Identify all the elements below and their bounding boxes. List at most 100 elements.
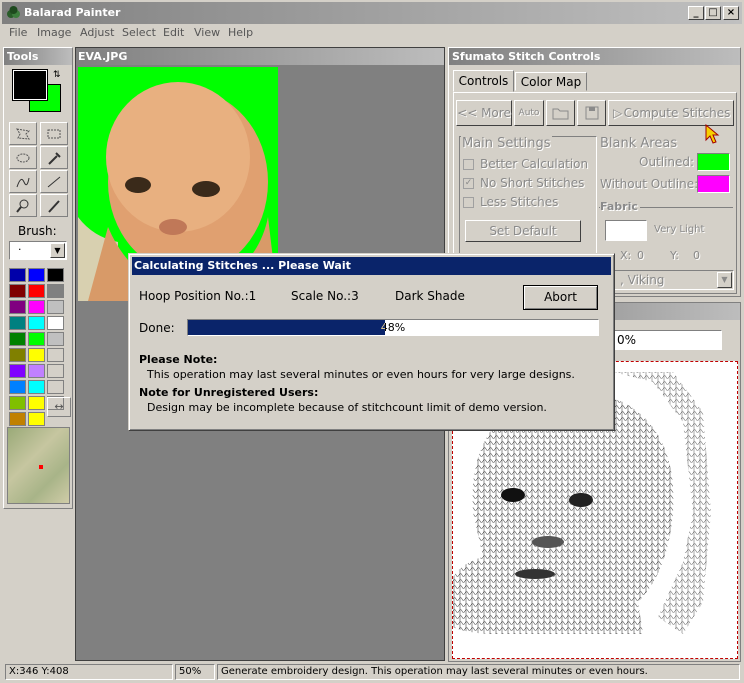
better-calculation-label: Better Calculation [480, 157, 589, 171]
navigator-thumbnail[interactable] [7, 427, 70, 504]
palette-swatch[interactable] [28, 300, 45, 314]
fabric-color-swatch[interactable] [605, 220, 647, 241]
palette-swatch[interactable] [9, 332, 26, 346]
palette-swatch[interactable] [9, 412, 26, 426]
maximize-button[interactable]: □ [705, 6, 721, 20]
menu-select[interactable]: Select [122, 26, 156, 39]
palette-swatch[interactable] [47, 380, 64, 394]
chevron-down-icon[interactable]: ▼ [50, 243, 65, 258]
zoom-tool-button[interactable] [9, 194, 37, 217]
brush-label: Brush: [18, 224, 57, 238]
lasso-tool-button[interactable] [9, 122, 37, 145]
status-bar: X:346 Y:408 50% Generate embroidery desi… [2, 663, 742, 681]
rect-select-tool-button[interactable] [40, 122, 68, 145]
brush-value: · [18, 243, 22, 256]
sfumato-title: Sfumato Stitch Controls [449, 48, 740, 65]
line-tool-button[interactable] [40, 170, 68, 193]
menu-edit[interactable]: Edit [163, 26, 184, 39]
palette-swatch[interactable] [9, 380, 26, 394]
palette-swatch[interactable] [9, 364, 26, 378]
palette-swatch[interactable] [9, 268, 26, 282]
chevron-down-icon[interactable]: ▼ [717, 272, 732, 288]
better-calculation-checkbox[interactable] [463, 159, 474, 170]
foreground-color-swatch[interactable] [12, 69, 48, 101]
palette-swatch[interactable] [28, 332, 45, 346]
pencil-tool-button[interactable] [40, 194, 68, 217]
ellipse-select-icon [16, 153, 30, 163]
palette-swatch[interactable] [28, 316, 45, 330]
menu-adjust[interactable]: Adjust [80, 26, 114, 39]
menu-view[interactable]: View [194, 26, 220, 39]
menu-help[interactable]: Help [228, 26, 253, 39]
brush-select[interactable]: · ▼ [9, 241, 67, 260]
lasso-icon [16, 128, 31, 140]
compute-stitches-button[interactable]: ▷ Compute Stitches [608, 100, 734, 126]
window-title: Balarad Painter [24, 6, 121, 19]
open-file-button[interactable] [546, 100, 575, 126]
machine-format-value: , Viking [620, 273, 665, 287]
palette-swatch[interactable] [9, 348, 26, 362]
close-button[interactable]: × [723, 6, 739, 20]
tab-controls[interactable]: Controls [453, 70, 514, 92]
without-outline-color-swatch[interactable] [697, 175, 730, 193]
status-message: Generate embroidery design. This operati… [217, 664, 740, 680]
save-file-button[interactable] [577, 100, 606, 126]
palette-swatch[interactable] [47, 300, 64, 314]
status-coordinates: X:346 Y:408 [5, 664, 173, 680]
more-button[interactable]: << More [456, 100, 512, 126]
palette-swatch[interactable] [28, 268, 45, 282]
palette-swatch[interactable] [28, 396, 45, 410]
curve-tool-button[interactable] [9, 170, 37, 193]
palette-swatch[interactable] [28, 348, 45, 362]
palette-swatch[interactable] [28, 364, 45, 378]
dialog-title: Calculating Stitches ... Please Wait [132, 257, 611, 275]
expand-palette-icon[interactable]: ↔ [47, 397, 71, 417]
swap-colors-icon[interactable]: ⇅ [53, 70, 61, 80]
menu-image[interactable]: Image [37, 26, 71, 39]
progress-text: 48% [380, 321, 406, 334]
palette-swatch[interactable] [47, 332, 64, 346]
menu-file[interactable]: File [9, 26, 27, 39]
palette-swatch[interactable] [28, 380, 45, 394]
no-short-stitches-checkbox[interactable]: ✓ [463, 178, 474, 189]
zoom-field[interactable]: 0% [614, 330, 722, 350]
minimize-button[interactable]: _ [688, 6, 704, 20]
done-label: Done: [139, 321, 175, 335]
eyedropper-tool-button[interactable] [40, 146, 68, 169]
navigator-marker [39, 465, 43, 469]
compute-stitches-label: Compute Stitches [623, 106, 731, 120]
scale-label: Scale No.:3 [291, 289, 359, 303]
palette-swatch[interactable] [28, 412, 45, 426]
outlined-color-swatch[interactable] [697, 153, 730, 171]
status-zoom: 50% [175, 664, 215, 680]
title-bar: Balarad Painter _ □ × [2, 2, 742, 24]
palette-swatch[interactable] [9, 316, 26, 330]
ellipse-select-tool-button[interactable] [9, 146, 37, 169]
palette-swatch[interactable] [28, 284, 45, 298]
unregistered-note-text: Design may be incomplete because of stit… [147, 401, 547, 414]
less-stitches-label: Less Stitches [480, 195, 559, 209]
line-icon [47, 176, 61, 188]
abort-button[interactable]: Abort [523, 285, 598, 310]
set-default-button[interactable]: Set Default [465, 220, 581, 242]
tools-title: Tools [4, 48, 72, 65]
curve-icon [16, 177, 30, 188]
tools-panel: Tools ⇅ Brush: · ▼ ↔ [3, 47, 73, 509]
document-title: EVA.JPG [76, 48, 444, 65]
palette-swatch[interactable] [47, 364, 64, 378]
tab-color-map[interactable]: Color Map [515, 72, 587, 91]
y-value: 0 [693, 249, 700, 262]
auto-button[interactable]: Auto [514, 100, 544, 126]
palette-swatch[interactable] [47, 268, 64, 282]
palette-swatch[interactable] [9, 284, 26, 298]
palette-swatch[interactable] [9, 300, 26, 314]
palette-swatch[interactable] [47, 284, 64, 298]
fabric-label: Fabric [600, 200, 640, 213]
palette-swatch[interactable] [47, 316, 64, 330]
palette-swatch[interactable] [47, 348, 64, 362]
palette-swatch[interactable] [9, 396, 26, 410]
no-short-stitches-label: No Short Stitches [480, 176, 585, 190]
x-label: X: [620, 249, 632, 262]
eyedropper-icon [48, 152, 61, 165]
less-stitches-checkbox[interactable] [463, 197, 474, 208]
